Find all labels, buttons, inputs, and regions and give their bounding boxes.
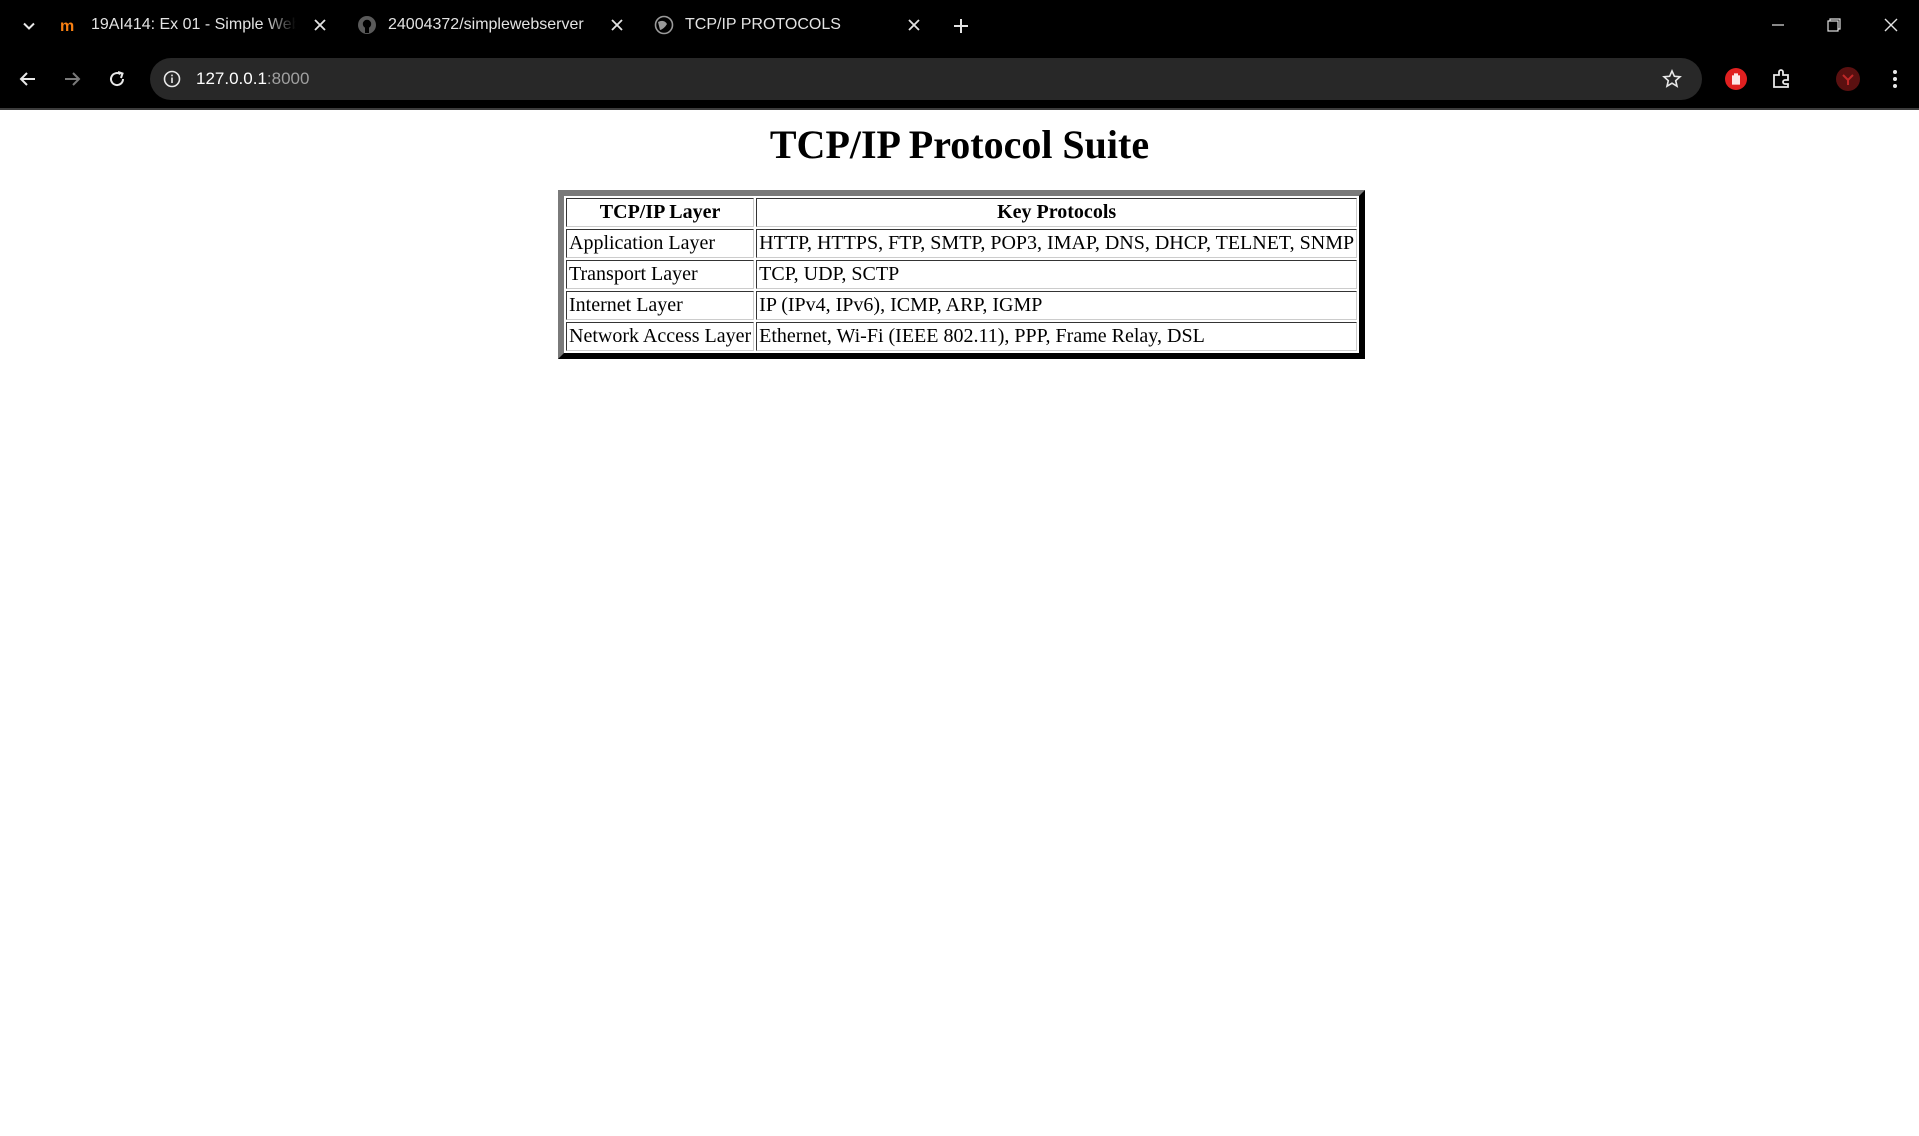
table-row: Transport Layer TCP, UDP, SCTP — [566, 260, 1358, 289]
table-row: Internet Layer IP (IPv4, IPv6), ICMP, AR… — [566, 291, 1358, 320]
forward-button[interactable] — [58, 65, 86, 93]
profile-avatar-icon[interactable] — [1833, 64, 1863, 94]
layer-cell: Application Layer — [566, 229, 755, 258]
restore-icon — [1827, 18, 1841, 32]
close-window-button[interactable] — [1876, 10, 1906, 40]
tab-title: 24004372/simplewebserver — [388, 16, 584, 33]
svg-text:m: m — [60, 18, 74, 33]
tab-title: 19AI414: Ex 01 - Simple Webser — [91, 16, 296, 33]
adblock-extension-icon[interactable] — [1721, 64, 1751, 94]
arrow-left-icon — [19, 72, 35, 86]
protocol-table: TCP/IP Layer Key Protocols Application L… — [558, 190, 1366, 359]
protocols-cell: HTTP, HTTPS, FTP, SMTP, POP3, IMAP, DNS,… — [756, 229, 1358, 258]
reload-button[interactable] — [103, 65, 131, 93]
globe-icon — [654, 15, 674, 35]
tab-tcpip-protocols[interactable]: TCP/IP PROTOCOLS — [654, 6, 924, 44]
toolbar-divider — [0, 108, 1919, 110]
protocols-cell: Ethernet, Wi-Fi (IEEE 802.11), PPP, Fram… — [756, 322, 1358, 351]
address-bar[interactable]: 127.0.0.1:8000 — [150, 58, 1702, 100]
site-info-icon[interactable] — [160, 67, 184, 91]
column-header-layer: TCP/IP Layer — [566, 198, 755, 227]
chevron-down-icon — [23, 22, 35, 30]
close-icon[interactable] — [904, 15, 924, 35]
new-tab-button[interactable] — [948, 13, 974, 39]
menu-kebab-icon[interactable] — [1880, 64, 1910, 94]
layer-cell: Network Access Layer — [566, 322, 755, 351]
arrow-right-icon — [65, 72, 81, 86]
moodle-icon: m — [60, 15, 80, 35]
table-row: Network Access Layer Ethernet, Wi-Fi (IE… — [566, 322, 1358, 351]
tab-moodle[interactable]: m 19AI414: Ex 01 - Simple Webser — [60, 6, 330, 44]
close-icon — [1884, 18, 1898, 32]
minimize-icon — [1772, 24, 1784, 26]
close-icon[interactable] — [310, 15, 330, 35]
protocols-cell: IP (IPv4, IPv6), ICMP, ARP, IGMP — [756, 291, 1358, 320]
table-header-row: TCP/IP Layer Key Protocols — [566, 198, 1358, 227]
close-icon[interactable] — [607, 15, 627, 35]
tab-github[interactable]: 24004372/simplewebserver — [357, 6, 627, 44]
url-port: :8000 — [266, 69, 310, 88]
page-title: TCP/IP Protocol Suite — [769, 122, 1150, 167]
github-icon — [357, 15, 377, 35]
table-row: Application Layer HTTP, HTTPS, FTP, SMTP… — [566, 229, 1358, 258]
tab-strip: m 19AI414: Ex 01 - Simple Webser 2400437… — [0, 0, 1919, 50]
minimize-button[interactable] — [1763, 10, 1793, 40]
protocol-table-wrapper: TCP/IP Layer Key Protocols Application L… — [558, 190, 1366, 359]
bookmark-star-icon[interactable] — [1660, 67, 1684, 91]
restore-button[interactable] — [1819, 10, 1849, 40]
reload-icon — [110, 71, 125, 87]
url-text: 127.0.0.1:8000 — [196, 69, 309, 89]
browser-chrome: m 19AI414: Ex 01 - Simple Webser 2400437… — [0, 0, 1919, 110]
tab-title: TCP/IP PROTOCOLS — [685, 16, 841, 33]
column-header-protocols: Key Protocols — [756, 198, 1358, 227]
layer-cell: Internet Layer — [566, 291, 755, 320]
protocols-cell: TCP, UDP, SCTP — [756, 260, 1358, 289]
toolbar: 127.0.0.1:8000 — [0, 50, 1919, 108]
layer-cell: Transport Layer — [566, 260, 755, 289]
tab-search-button[interactable] — [14, 11, 44, 41]
plus-icon — [954, 19, 968, 33]
url-host: 127.0.0.1 — [196, 69, 267, 88]
extensions-puzzle-icon[interactable] — [1767, 64, 1797, 94]
back-button[interactable] — [14, 65, 42, 93]
